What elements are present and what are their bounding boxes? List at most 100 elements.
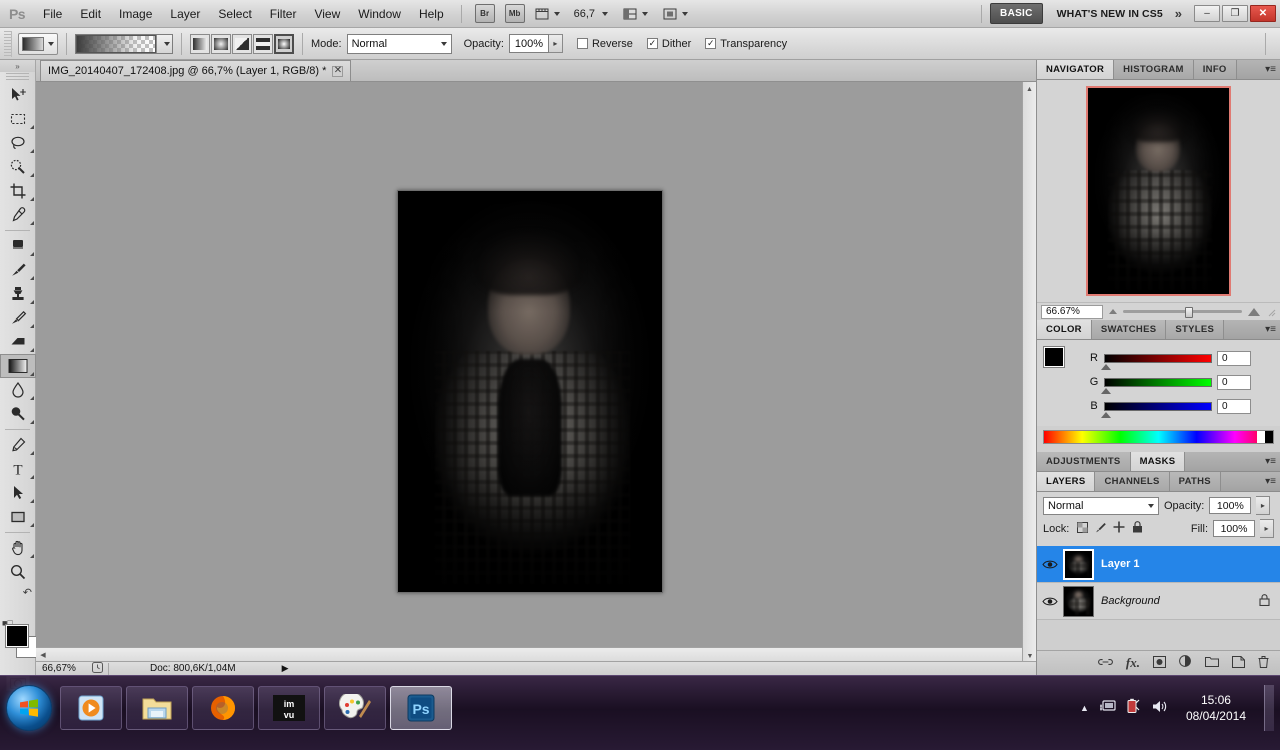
layers-panel-menu-icon[interactable]: ▾≡ — [1265, 476, 1276, 487]
close-icon[interactable]: ✕ — [332, 65, 344, 77]
restore-button[interactable]: ❐ — [1222, 5, 1248, 22]
whats-new-cs5-button[interactable]: WHAT'S NEW IN CS5 — [1057, 8, 1163, 20]
launch-bridge-button[interactable]: Br — [474, 4, 495, 23]
brush-tool[interactable] — [0, 258, 36, 282]
blue-slider[interactable] — [1101, 401, 1212, 418]
pen-tool[interactable] — [0, 433, 36, 457]
clone-stamp-tool[interactable] — [0, 282, 36, 306]
blend-mode-select[interactable]: Normal — [346, 33, 452, 54]
green-slider-knob[interactable] — [1101, 387, 1111, 394]
horizontal-type-tool[interactable]: T — [0, 457, 36, 481]
tab-swatches[interactable]: SWATCHES — [1091, 320, 1167, 339]
navigator-zoom-slider[interactable] — [1123, 305, 1242, 319]
tab-masks[interactable]: MASKS — [1130, 452, 1186, 471]
taskbar-item-mozilla-firefox[interactable] — [192, 686, 254, 730]
layer-blend-mode-select[interactable]: Normal — [1043, 496, 1159, 515]
add-layer-mask-icon[interactable] — [1153, 655, 1166, 671]
arrange-documents-button[interactable] — [622, 6, 649, 22]
menu-window[interactable]: Window — [349, 3, 410, 25]
red-slider-knob[interactable] — [1101, 363, 1111, 370]
new-adjustment-layer-icon[interactable] — [1179, 655, 1192, 671]
status-preview-icon[interactable] — [92, 661, 103, 676]
layer-thumbnail[interactable] — [1063, 548, 1094, 580]
scroll-up-arrow-icon[interactable]: ▲ — [1023, 82, 1036, 96]
menu-image[interactable]: Image — [110, 3, 161, 25]
new-group-icon[interactable] — [1205, 656, 1219, 670]
gradient-tool[interactable] — [0, 354, 36, 378]
eraser-tool[interactable] — [0, 330, 36, 354]
lock-transparent-pixels-icon[interactable] — [1077, 521, 1089, 536]
navigator-thumbnail-area[interactable] — [1037, 80, 1280, 302]
opacity-input[interactable]: 100% — [508, 34, 549, 53]
dither-checkbox[interactable]: ✓ Dither — [646, 38, 691, 50]
taskbar-item-windows-explorer[interactable] — [126, 686, 188, 730]
crop-tool[interactable] — [0, 179, 36, 203]
swap-colors-icon[interactable]: ↶ — [23, 586, 32, 599]
workspace-more-chevron-icon[interactable]: » — [1175, 6, 1182, 21]
layer-fill-stepper[interactable]: ▸ — [1260, 519, 1274, 538]
gradient-preset-picker[interactable] — [75, 33, 173, 54]
tab-styles[interactable]: STYLES — [1166, 320, 1225, 339]
zoom-out-icon[interactable] — [1109, 309, 1117, 314]
slider-knob[interactable] — [1184, 306, 1193, 318]
blur-tool[interactable] — [0, 378, 36, 402]
transparency-checkbox[interactable]: ✓ Transparency — [705, 38, 787, 50]
minimize-button[interactable]: – — [1194, 5, 1220, 22]
tab-color[interactable]: COLOR — [1037, 320, 1092, 339]
menu-file[interactable]: File — [34, 3, 71, 25]
toolbox-collapse-button[interactable]: » — [0, 60, 35, 72]
view-extras-button[interactable] — [534, 6, 560, 22]
tool-preset-picker[interactable] — [18, 32, 58, 55]
menu-view[interactable]: View — [305, 3, 349, 25]
taskbar-item-adobe-photoshop[interactable]: Ps — [390, 686, 452, 730]
angle-gradient-button[interactable] — [232, 33, 252, 54]
menu-select[interactable]: Select — [209, 3, 260, 25]
blue-value[interactable]: 0 — [1217, 398, 1251, 414]
status-zoom-value[interactable]: 66,67% — [36, 663, 92, 674]
history-brush-tool[interactable] — [0, 306, 36, 330]
color-panel-menu-icon[interactable]: ▾≡ — [1265, 324, 1276, 335]
move-tool[interactable] — [0, 83, 36, 107]
reflected-gradient-button[interactable] — [253, 33, 273, 54]
gradient-picker-dropdown[interactable] — [156, 34, 172, 53]
panel-resize-grip[interactable] — [1266, 307, 1276, 317]
layer-visibility-toggle[interactable] — [1037, 559, 1063, 570]
quick-selection-tool[interactable] — [0, 155, 36, 179]
lock-position-icon[interactable] — [1113, 521, 1125, 536]
taskbar-item-imvu[interactable]: im vu — [258, 686, 320, 730]
radial-gradient-button[interactable] — [211, 33, 231, 54]
foreground-color-swatch[interactable] — [5, 624, 29, 648]
zoom-in-icon[interactable] — [1248, 307, 1260, 316]
blue-slider-knob[interactable] — [1101, 411, 1111, 418]
close-button[interactable]: ✕ — [1250, 5, 1276, 22]
layer-fill-input[interactable]: 100% — [1213, 520, 1255, 537]
tab-channels[interactable]: CHANNELS — [1095, 472, 1170, 491]
launch-mini-bridge-button[interactable]: Mb — [504, 4, 525, 23]
add-layer-style-icon[interactable]: fx. — [1126, 655, 1140, 671]
canvas-image[interactable] — [397, 190, 663, 593]
network-icon[interactable] — [1099, 699, 1116, 717]
battery-icon[interactable] — [1126, 698, 1141, 717]
table-row[interactable]: Background — [1037, 583, 1280, 620]
tab-layers[interactable]: LAYERS — [1037, 472, 1096, 491]
new-layer-icon[interactable] — [1232, 655, 1245, 671]
status-expand-arrow-icon[interactable]: ▶ — [282, 663, 289, 674]
tab-info[interactable]: INFO — [1193, 60, 1237, 79]
delete-layer-icon[interactable] — [1258, 655, 1269, 671]
rectangular-marquee-tool[interactable] — [0, 107, 36, 131]
green-value[interactable]: 0 — [1217, 374, 1251, 390]
navigator-panel-menu-icon[interactable]: ▾≡ — [1265, 64, 1276, 75]
link-layers-icon[interactable] — [1097, 656, 1113, 670]
lock-all-icon[interactable] — [1132, 521, 1143, 536]
hand-tool[interactable] — [0, 536, 36, 560]
menu-help[interactable]: Help — [410, 3, 453, 25]
menu-layer[interactable]: Layer — [161, 3, 209, 25]
screen-mode-button[interactable] — [662, 6, 689, 22]
layer-opacity-input[interactable]: 100% — [1209, 497, 1252, 514]
zoom-tool[interactable] — [0, 560, 36, 584]
rectangle-tool[interactable] — [0, 505, 36, 529]
layer-opacity-stepper[interactable]: ▸ — [1256, 496, 1271, 515]
green-slider[interactable] — [1101, 377, 1212, 394]
show-hidden-icons-chevron-icon[interactable]: ▲ — [1080, 703, 1089, 713]
document-tab[interactable]: IMG_20140407_172408.jpg @ 66,7% (Layer 1… — [40, 60, 352, 81]
